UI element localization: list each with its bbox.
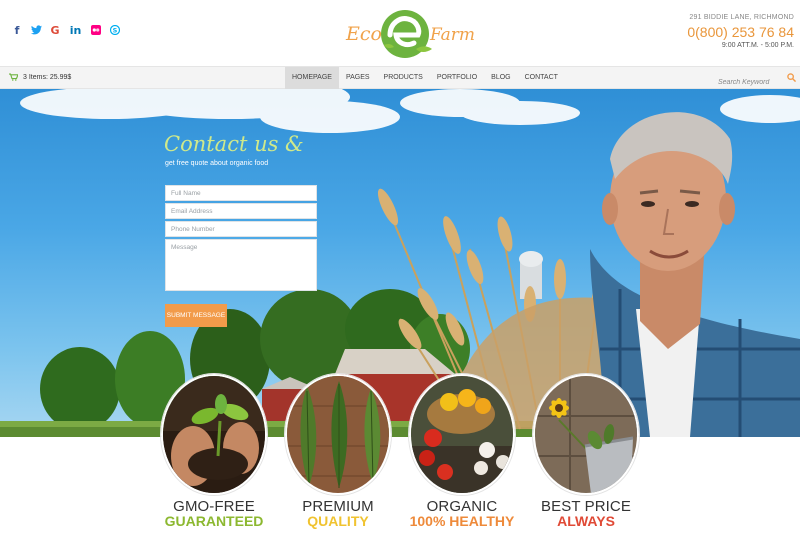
full-name-field[interactable] — [165, 185, 317, 201]
svg-text:S: S — [113, 26, 118, 34]
site-logo[interactable]: Eco Farm — [344, 5, 484, 63]
feature-organic[interactable]: ORGANIC 100% HEALTHY — [407, 374, 517, 533]
nav-item-blog[interactable]: BLOG — [484, 67, 517, 89]
social-links: f G in S — [12, 24, 121, 37]
nav-item-products[interactable]: PRODUCTS — [377, 67, 430, 89]
phone-number[interactable]: 0(800) 253 76 84 — [687, 24, 794, 40]
twitter-icon[interactable] — [31, 25, 42, 37]
contact-subtitle: get free quote about organic food — [165, 160, 269, 167]
facebook-icon[interactable]: f — [12, 25, 22, 37]
nav-item-portfolio[interactable]: PORTFOLIO — [430, 67, 484, 89]
logo-text-right: Farm — [430, 25, 476, 45]
feature-gmo-free[interactable]: GMO-FREE GUARANTEED — [159, 374, 269, 533]
contact-title: Contact us & — [164, 132, 304, 156]
feature-image-soil — [161, 374, 267, 495]
cart-summary[interactable]: 3 Items: 25.99$ — [9, 73, 71, 81]
feature-premium[interactable]: PREMIUM QUALITY — [283, 374, 393, 533]
site-header: f G in S Eco Farm 291 BIDDIE LANE, RICHM… — [0, 0, 800, 66]
phone-field[interactable] — [165, 221, 317, 237]
feature-highlight: GUARANTEED — [164, 513, 264, 529]
cart-label: 3 Items: 25.99$ — [23, 73, 72, 81]
nav-item-pages[interactable]: PAGES — [339, 67, 377, 89]
search-input[interactable] — [718, 79, 788, 86]
leaf-logo-icon — [381, 10, 432, 58]
nav-item-contact[interactable]: CONTACT — [518, 67, 565, 89]
search-box — [718, 71, 796, 86]
feature-image-flower-bucket — [533, 374, 639, 495]
main-navbar: 3 Items: 25.99$ HOMEPAGE PAGES PRODUCTS … — [0, 66, 800, 89]
nav-item-homepage[interactable]: HOMEPAGE — [285, 67, 339, 89]
feature-image-vegetables — [409, 374, 515, 495]
linkedin-icon[interactable]: in — [69, 25, 82, 37]
email-field[interactable] — [165, 203, 317, 219]
submit-message-button[interactable]: SUBMIT MESSAGE — [165, 304, 227, 327]
feature-highlight: QUALITY — [307, 513, 369, 529]
feature-image-herbs — [285, 374, 391, 495]
opening-hours: 9:00 ATT.M. - 5:00 P.M. — [721, 42, 794, 49]
address-text: 291 BIDDIE LANE, RICHMOND — [689, 14, 794, 21]
farm-scene-illustration — [0, 89, 800, 437]
google-icon[interactable]: G — [50, 25, 60, 37]
flickr-icon[interactable] — [91, 25, 101, 37]
message-field[interactable] — [165, 239, 317, 291]
search-icon[interactable] — [787, 73, 796, 82]
skype-icon[interactable]: S — [109, 24, 121, 37]
feature-highlight: 100% HEALTHY — [409, 513, 515, 529]
page: f G in S Eco Farm 291 BIDDIE LANE, RICHM… — [0, 0, 800, 533]
feature-best-price[interactable]: BEST PRICE ALWAYS — [531, 374, 641, 533]
feature-highlight: ALWAYS — [557, 513, 615, 529]
hero-banner: Contact us & get free quote about organi… — [0, 89, 800, 437]
cart-icon — [9, 73, 18, 81]
main-menu: HOMEPAGE PAGES PRODUCTS PORTFOLIO BLOG C… — [285, 67, 565, 89]
header-contact: 291 BIDDIE LANE, RICHMOND 0(800) 253 76 … — [687, 14, 794, 49]
